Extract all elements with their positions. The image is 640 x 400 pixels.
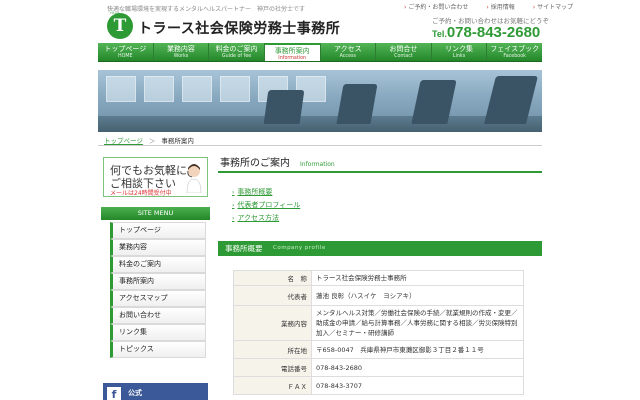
operator-icon <box>186 164 202 193</box>
table-row: 名 称 トラース社会保険労務士事務所 <box>233 270 524 286</box>
table-row: 電話番号 078-843-2680 <box>233 358 524 377</box>
menu-item-fee[interactable]: 料金のご案内 <box>110 256 206 273</box>
nav-item-fee[interactable]: 料金のご案内 Guide of fee <box>209 43 265 61</box>
section-header-profile: 事務所概要 Company profile <box>218 241 542 256</box>
nav-item-contact[interactable]: お問合せ Contact <box>376 43 432 61</box>
table-value: メンタルヘルス対策／労働社会保険の手続／就業規則の作成・変更／助成金の申請／給与… <box>311 305 524 341</box>
breadcrumb-home-link[interactable]: トップページ <box>104 137 143 145</box>
table-label: 所在地 <box>233 340 312 359</box>
menu-item-access[interactable]: アクセスマップ <box>110 290 206 307</box>
menu-item-links[interactable]: リンク集 <box>110 324 206 341</box>
anchor-link-overview[interactable]: › 事務所概要 <box>232 186 300 199</box>
nav-item-home[interactable]: トップページ HOME <box>98 43 154 61</box>
table-label: 業務内容 <box>233 305 312 341</box>
facebook-banner-label: 公式 <box>128 389 142 397</box>
anchor-links: › 事務所概要 › 代表者プロフィール › アクセス方法 <box>232 186 300 225</box>
table-label: 代表者 <box>233 285 312 306</box>
utility-link-recruit[interactable]: › 採用情報 <box>486 4 522 11</box>
table-value: 蓮池 良彰（ハスイケ ヨシアキ） <box>311 285 524 306</box>
menu-item-contact[interactable]: お問い合わせ <box>110 307 206 324</box>
site-logo-text[interactable]: トラース社会保険労務士事務所 <box>138 18 340 38</box>
nav-item-access[interactable]: アクセス Access <box>321 43 377 61</box>
facebook-icon: f <box>107 387 121 400</box>
section-title-en: Company profile <box>273 245 326 251</box>
nav-item-facebook[interactable]: フェイスブック Facebook <box>487 43 542 61</box>
anchor-link-profile[interactable]: › 代表者プロフィール <box>232 199 300 212</box>
global-nav: トップページ HOME 業務内容 Works 料金のご案内 Guide of fee … <box>98 43 542 62</box>
menu-item-home[interactable]: トップページ <box>110 222 206 239</box>
site-menu-title: SITE MENU <box>101 207 210 220</box>
table-row: 代表者 蓮池 良彰（ハスイケ ヨシアキ） <box>233 285 524 306</box>
utility-link-contact[interactable]: › ご予約・お問い合わせ <box>404 4 476 11</box>
menu-item-topics[interactable]: トピックス <box>110 341 206 358</box>
table-value: トラース社会保険労務士事務所 <box>311 270 524 286</box>
utility-links: › ご予約・お問い合わせ › 採用情報 › サイトマップ <box>404 2 589 11</box>
facebook-banner[interactable]: f 公式 <box>103 383 208 400</box>
table-value: 078-843-2680 <box>311 358 524 377</box>
phone-number: Tel.078-843-2680 <box>432 24 541 41</box>
logo-mark-caption: TRAS <box>110 11 120 15</box>
nav-item-works[interactable]: 業務内容 Works <box>154 43 210 61</box>
table-label: 電話番号 <box>233 358 312 377</box>
page-title: 事務所のご案内 Information <box>220 158 335 169</box>
logo-icon[interactable]: T <box>107 13 133 39</box>
breadcrumb-current: 事務所案内 <box>161 137 194 145</box>
hero-image <box>98 70 542 132</box>
table-row: ＦＡＸ 078-843-3707 <box>233 376 524 395</box>
menu-item-information[interactable]: 事務所案内 <box>110 273 206 290</box>
utility-link-sitemap[interactable]: › サイトマップ <box>533 4 581 11</box>
table-label: ＦＡＸ <box>233 376 312 395</box>
consult-banner[interactable]: 何でもお気軽に ご相談下さい メールは24時間受付中 <box>103 157 208 197</box>
nav-item-information[interactable]: 事務所案内 Information <box>264 43 321 61</box>
banner-line-3: メールは24時間受付中 <box>110 190 172 197</box>
breadcrumb: トップページ ＞ 事務所案内 <box>104 135 194 145</box>
table-row: 業務内容 メンタルヘルス対策／労働社会保険の手続／就業規則の作成・変更／助成金の… <box>233 305 524 341</box>
menu-item-works[interactable]: 業務内容 <box>110 239 206 256</box>
breadcrumb-separator: ＞ <box>148 137 156 145</box>
site-tagline: 快適な職場環境を実現するメンタルヘルスパートナー 神戸の社労士です <box>107 6 306 13</box>
nav-item-links[interactable]: リンク集 Links <box>432 43 488 61</box>
breadcrumb-divider <box>98 145 542 146</box>
title-underline <box>218 171 542 173</box>
site-menu: トップページ 業務内容 料金のご案内 事務所案内 アクセスマップ お問い合わせ … <box>101 222 210 358</box>
table-value: 〒658-0047 兵庫県神戸市東灘区御影３丁目２番１１号 <box>311 340 524 359</box>
table-label: 名 称 <box>233 270 312 286</box>
table-row: 所在地 〒658-0047 兵庫県神戸市東灘区御影３丁目２番１１号 <box>233 340 524 359</box>
section-title: 事務所概要 <box>225 244 263 253</box>
profile-table: 名 称 トラース社会保険労務士事務所 代表者 蓮池 良彰（ハスイケ ヨシアキ） … <box>233 270 524 395</box>
anchor-link-access[interactable]: › アクセス方法 <box>232 212 300 225</box>
table-value: 078-843-3707 <box>311 376 524 395</box>
